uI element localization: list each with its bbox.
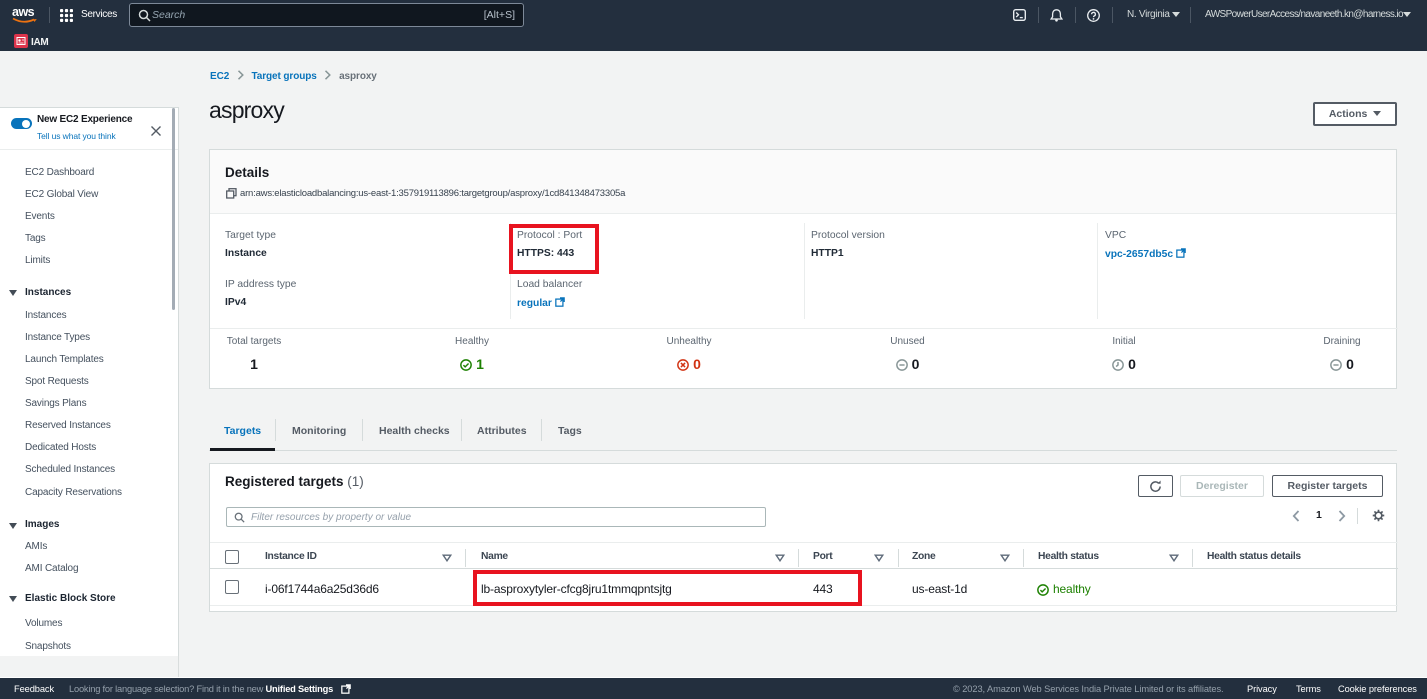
svg-text:aws: aws [12,5,35,19]
